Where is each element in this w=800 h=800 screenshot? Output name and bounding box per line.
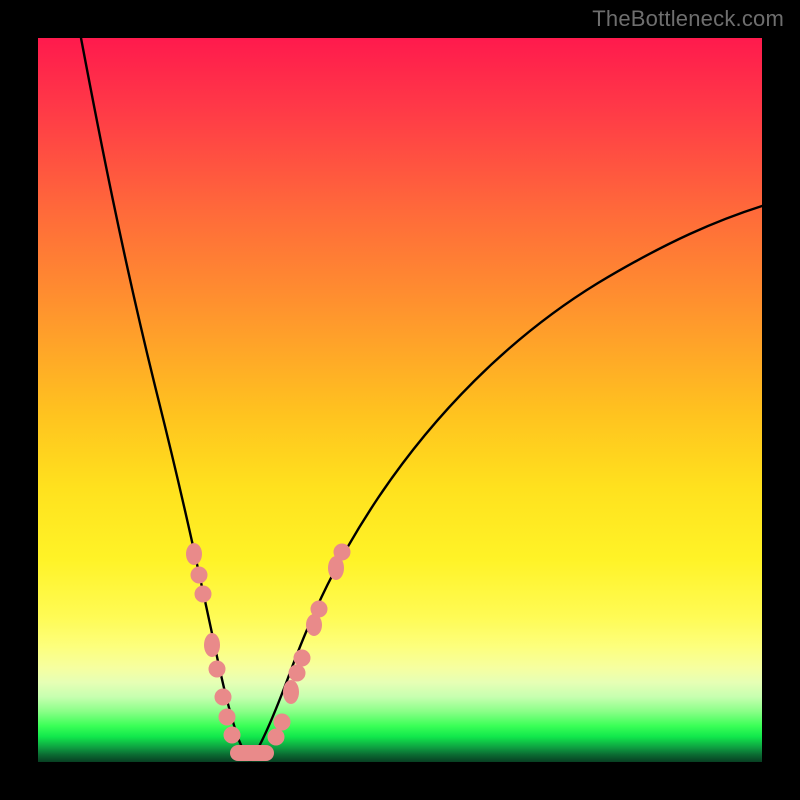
marker-dot (334, 544, 350, 560)
marker-dot (215, 689, 231, 705)
chart-frame: TheBottleneck.com (0, 0, 800, 800)
curve-right-branch (251, 206, 762, 760)
marker-dot (224, 727, 240, 743)
watermark-text: TheBottleneck.com (592, 6, 784, 32)
marker-dot (289, 665, 305, 681)
chart-svg (38, 38, 762, 762)
marker-dot (283, 680, 299, 704)
marker-dot (274, 714, 290, 730)
marker-dot (311, 601, 327, 617)
marker-dot (209, 661, 225, 677)
marker-dot (195, 586, 211, 602)
curve-left-branch (81, 38, 249, 760)
marker-dot (186, 543, 202, 565)
marker-dot (204, 633, 220, 657)
marker-dot (268, 729, 284, 745)
plot-area (38, 38, 762, 762)
marker-valley-capsule (230, 745, 274, 761)
marker-dot (191, 567, 207, 583)
marker-dot (294, 650, 310, 666)
marker-dot (219, 709, 235, 725)
